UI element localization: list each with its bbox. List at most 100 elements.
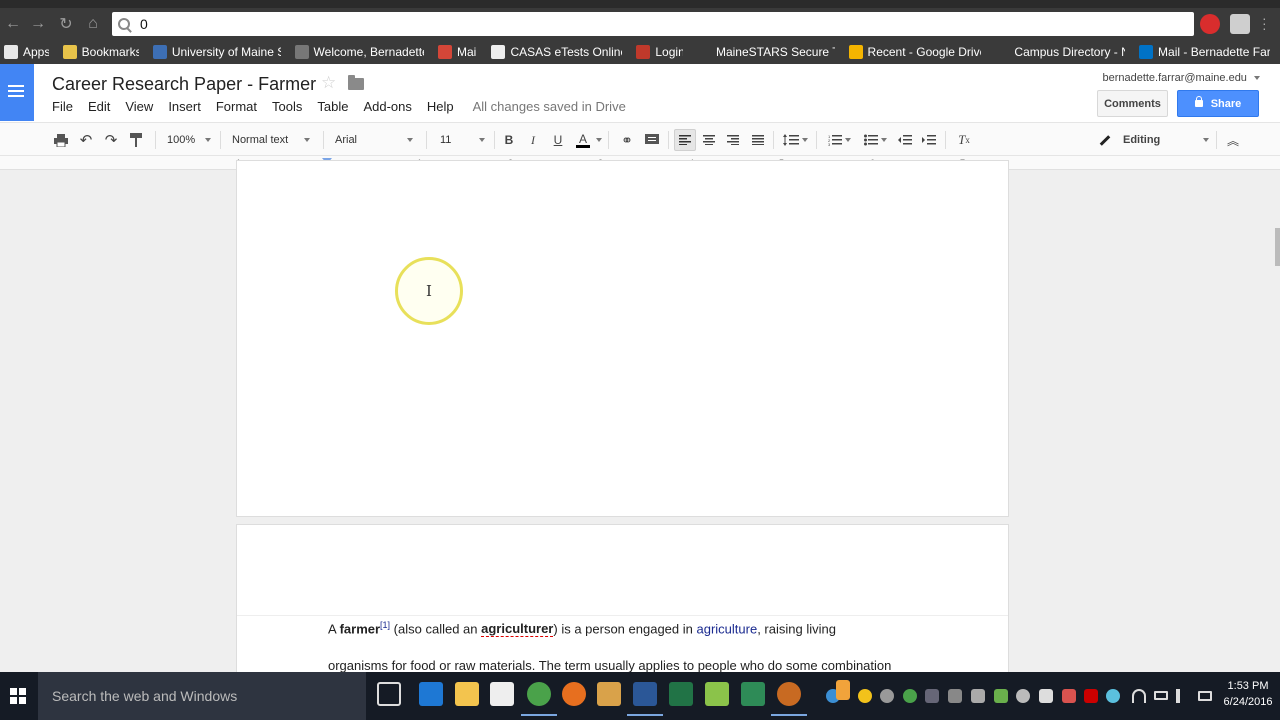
comment-icon[interactable]	[643, 129, 661, 151]
bookmark-item[interactable]: Campus Directory - N	[991, 45, 1125, 59]
menu-edit[interactable]: Edit	[88, 99, 110, 114]
excel-icon[interactable]	[669, 682, 693, 706]
bookmark-item[interactable]: University of Maine S	[149, 45, 281, 59]
document-title[interactable]: Career Research Paper - Farmer	[52, 74, 316, 95]
star-icon[interactable]: ☆	[321, 73, 336, 93]
wifi-icon[interactable]	[1132, 689, 1146, 703]
bookmark-item[interactable]: Login	[632, 45, 683, 59]
numbered-list-icon[interactable]: 123	[824, 129, 854, 151]
address-bar[interactable]: 0	[112, 12, 1194, 36]
tray-icon[interactable]	[1062, 689, 1076, 703]
tray-icon[interactable]	[858, 689, 872, 703]
print-icon[interactable]	[52, 129, 70, 151]
comments-button[interactable]: Comments	[1097, 90, 1168, 117]
keyboard-icon[interactable]	[1198, 691, 1212, 701]
undo-icon[interactable]: ↶	[77, 129, 95, 151]
snowflake-icon[interactable]	[1106, 689, 1120, 703]
clear-formatting-icon[interactable]: Tx	[955, 129, 973, 151]
bold-button[interactable]: B	[500, 129, 518, 151]
docs-home-icon[interactable]	[0, 64, 34, 121]
document-page[interactable]	[236, 160, 1009, 517]
account-email[interactable]: bernadette.farrar@maine.edu	[1102, 72, 1260, 84]
text-color-button[interactable]: A	[572, 129, 594, 151]
menu-tools[interactable]: Tools	[272, 99, 302, 114]
bookmark-item[interactable]: Bookmarks	[59, 45, 139, 59]
pinterest-icon[interactable]	[1200, 14, 1220, 34]
tray-icon[interactable]	[925, 689, 939, 703]
file-explorer-icon[interactable]	[455, 682, 479, 706]
media-player-icon[interactable]	[597, 682, 621, 706]
forward-button[interactable]: →	[25, 11, 51, 37]
bookmark-item[interactable]: Mail	[434, 45, 477, 59]
menu-insert[interactable]: Insert	[168, 99, 201, 114]
style-select[interactable]: Normal text	[232, 129, 310, 151]
paragraph-line-1[interactable]: A farmer[1] (also called an agriculturer…	[328, 620, 836, 638]
word-icon[interactable]	[627, 682, 663, 716]
reload-button[interactable]: ↻	[53, 11, 79, 37]
publisher-icon[interactable]	[741, 682, 765, 706]
editing-mode-select[interactable]: Editing	[1097, 129, 1209, 151]
adobe-icon[interactable]	[1084, 689, 1098, 703]
italic-button[interactable]: I	[524, 129, 542, 151]
underline-button[interactable]: U	[549, 129, 567, 151]
menu-file[interactable]: File	[52, 99, 73, 114]
battery-icon[interactable]	[1154, 691, 1168, 700]
share-button[interactable]: Share	[1177, 90, 1259, 117]
align-center-button[interactable]	[700, 129, 718, 151]
volume-icon[interactable]	[1176, 689, 1190, 703]
tray-icon[interactable]	[994, 689, 1008, 703]
tray-icon[interactable]	[1039, 689, 1053, 703]
back-button[interactable]: ←	[0, 11, 26, 37]
folder-app-icon[interactable]	[705, 682, 729, 706]
bookmark-item[interactable]: MaineSTARS Secure T	[693, 45, 835, 59]
font-size-select[interactable]: 11	[440, 129, 485, 151]
justify-button[interactable]	[749, 129, 767, 151]
bookmark-item[interactable]: CASAS eTests Online	[487, 45, 622, 59]
paint-format-icon[interactable]	[127, 129, 145, 151]
tray-icon[interactable]	[971, 689, 985, 703]
taskbar-search[interactable]: Search the web and Windows	[38, 672, 366, 720]
menu-format[interactable]: Format	[216, 99, 257, 114]
collapse-menu-icon[interactable]: ︽	[1224, 129, 1242, 151]
notification-icon[interactable]	[836, 680, 850, 700]
store-icon[interactable]	[490, 682, 514, 706]
zoom-select[interactable]: 100%	[167, 129, 211, 151]
line-spacing-icon[interactable]	[780, 129, 810, 151]
menu-icon[interactable]: · · ·	[1262, 11, 1267, 35]
font-select[interactable]: Arial	[335, 129, 413, 151]
bookmark-item[interactable]: Recent - Google Drive	[845, 45, 981, 59]
align-left-button[interactable]	[674, 129, 696, 151]
recorder-icon[interactable]	[771, 682, 807, 716]
menu-table[interactable]: Table	[317, 99, 348, 114]
document-canvas[interactable]: A farmer[1] (also called an agriculturer…	[0, 160, 1280, 720]
menu-addons[interactable]: Add-ons	[363, 99, 411, 114]
bookmark-item[interactable]: Apps	[0, 45, 49, 59]
address-bar-value: 0	[140, 16, 148, 32]
bookmark-item[interactable]: Welcome, Bernadette	[291, 45, 424, 59]
paragraph-line-2[interactable]: organisms for food or raw materials. The…	[328, 658, 891, 673]
chrome-icon[interactable]	[521, 682, 557, 716]
bookmark-item[interactable]: Mail - Bernadette Farr	[1135, 45, 1270, 59]
chrome-tray-icon[interactable]	[903, 689, 917, 703]
tray-icon[interactable]	[1016, 689, 1030, 703]
redo-icon[interactable]: ↷	[102, 129, 120, 151]
scrollbar-thumb[interactable]	[1275, 228, 1280, 266]
save-status[interactable]: All changes saved in Drive	[473, 99, 626, 114]
cloud-icon[interactable]	[880, 689, 894, 703]
home-button[interactable]: ⌂	[80, 11, 106, 37]
decrease-indent-icon[interactable]	[896, 129, 914, 151]
firefox-icon[interactable]	[562, 682, 586, 706]
task-view-icon[interactable]	[377, 682, 401, 706]
tray-icon[interactable]	[948, 689, 962, 703]
link-icon[interactable]: ⚭	[617, 129, 637, 151]
edge-icon[interactable]	[419, 682, 443, 706]
align-right-button[interactable]	[724, 129, 742, 151]
increase-indent-icon[interactable]	[920, 129, 938, 151]
clock[interactable]: 1:53 PM 6/24/2016	[1222, 678, 1274, 710]
menu-view[interactable]: View	[125, 99, 153, 114]
bulleted-list-icon[interactable]	[860, 129, 890, 151]
start-button[interactable]	[10, 688, 26, 704]
extension-icon[interactable]	[1230, 14, 1250, 34]
menu-help[interactable]: Help	[427, 99, 454, 114]
folder-icon[interactable]	[348, 75, 364, 90]
